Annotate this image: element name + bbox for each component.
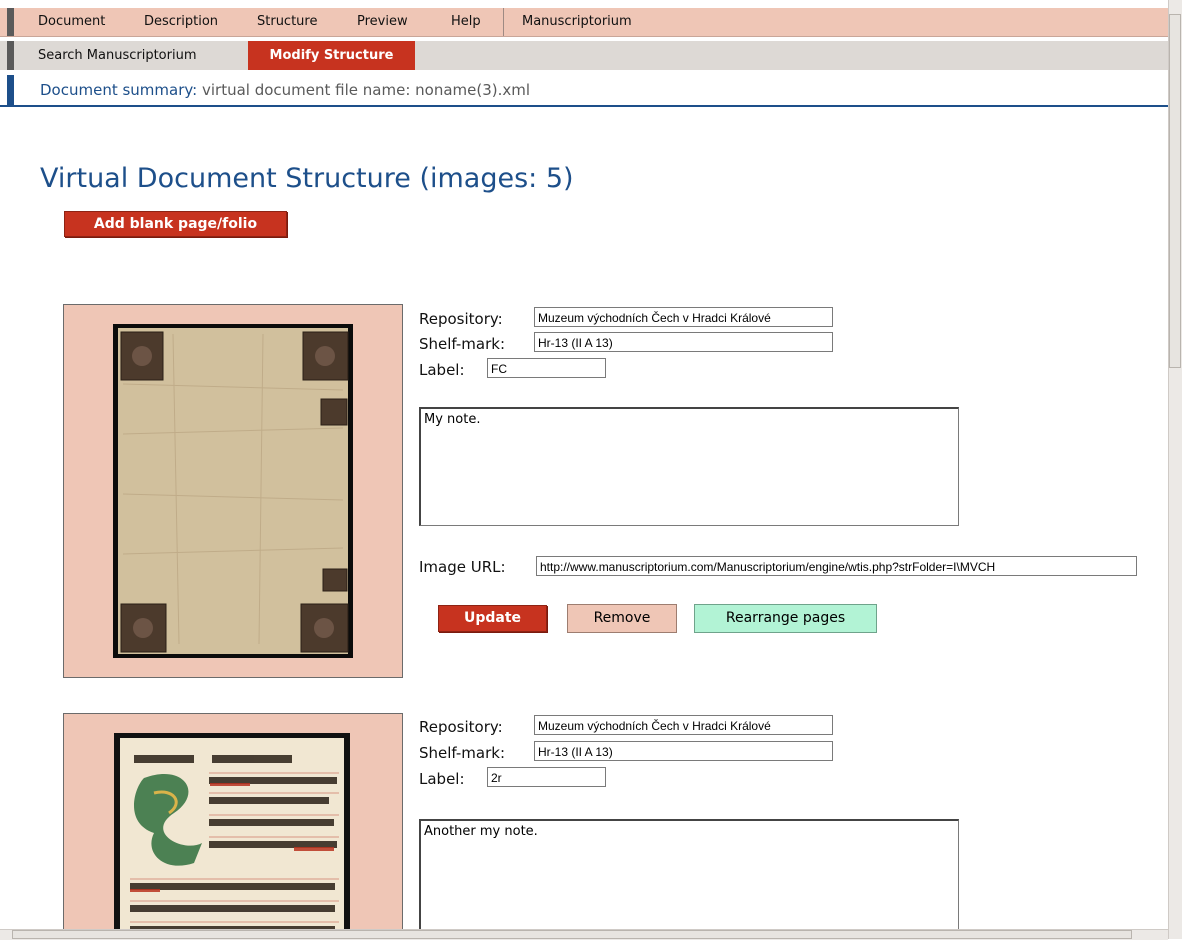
shelfmark-field[interactable]: Hr-13 (II A 13) [534,332,833,352]
manuscript-page-thumbnail[interactable] [114,733,350,940]
horizontal-scrollbar-thumb[interactable] [12,930,1132,939]
label-label: Label: [419,770,465,788]
repository-label: Repository: [419,718,503,736]
summary-left-accent [7,75,14,105]
menu-document[interactable]: Document [38,8,105,36]
note-textarea[interactable]: Another my note. [419,819,959,939]
menu-preview[interactable]: Preview [357,8,408,36]
remove-button[interactable]: Remove [567,604,677,633]
menu-manuscriptorium[interactable]: Manuscriptorium [522,8,632,36]
menu-separator [503,8,504,36]
page-thumbnail-frame [63,304,403,678]
document-summary: Document summary: virtual document file … [0,75,1168,107]
image-url-label: Image URL: [419,558,506,576]
menu-left-accent [7,8,14,36]
repository-field[interactable]: Muzeum východních Čech v Hradci Králové [534,715,833,735]
note-textarea[interactable]: My note. [419,407,959,526]
top-menu-bar: Document Description Structure Preview H… [0,8,1168,37]
vertical-scrollbar-thumb[interactable] [1169,14,1181,368]
add-blank-page-button[interactable]: Add blank page/folio [64,211,287,237]
summary-label: Document summary: [40,81,198,99]
page-title: Virtual Document Structure (images: 5) [40,163,574,194]
repository-label: Repository: [419,310,503,328]
shelfmark-label: Shelf-mark: [419,335,506,353]
repository-field[interactable]: Muzeum východních Čech v Hradci Králové [534,307,833,327]
summary-text: Document summary: virtual document file … [40,75,530,105]
shelfmark-field[interactable]: Hr-13 (II A 13) [534,741,833,761]
sub-menu-bar: Search Manuscriptorium Modify Structure [0,41,1168,70]
label-field[interactable]: 2r [487,767,606,787]
summary-value: virtual document file name: noname(3).xm… [197,81,531,99]
rearrange-pages-button[interactable]: Rearrange pages [694,604,877,633]
update-button[interactable]: Update [438,605,547,632]
page-thumbnail-frame [63,713,403,940]
menu-description[interactable]: Description [144,8,218,36]
menu-help[interactable]: Help [451,8,481,36]
book-cover-thumbnail[interactable] [113,324,353,658]
shelfmark-label: Shelf-mark: [419,744,506,762]
label-field[interactable]: FC [487,358,606,378]
submenu-left-accent [7,41,14,70]
image-url-field[interactable]: http://www.manuscriptorium.com/Manuscrip… [536,556,1137,576]
modify-structure-tab[interactable]: Modify Structure [248,41,415,70]
search-manuscriptorium-tab[interactable]: Search Manuscriptorium [38,41,197,70]
label-label: Label: [419,361,465,379]
menu-structure[interactable]: Structure [257,8,317,36]
